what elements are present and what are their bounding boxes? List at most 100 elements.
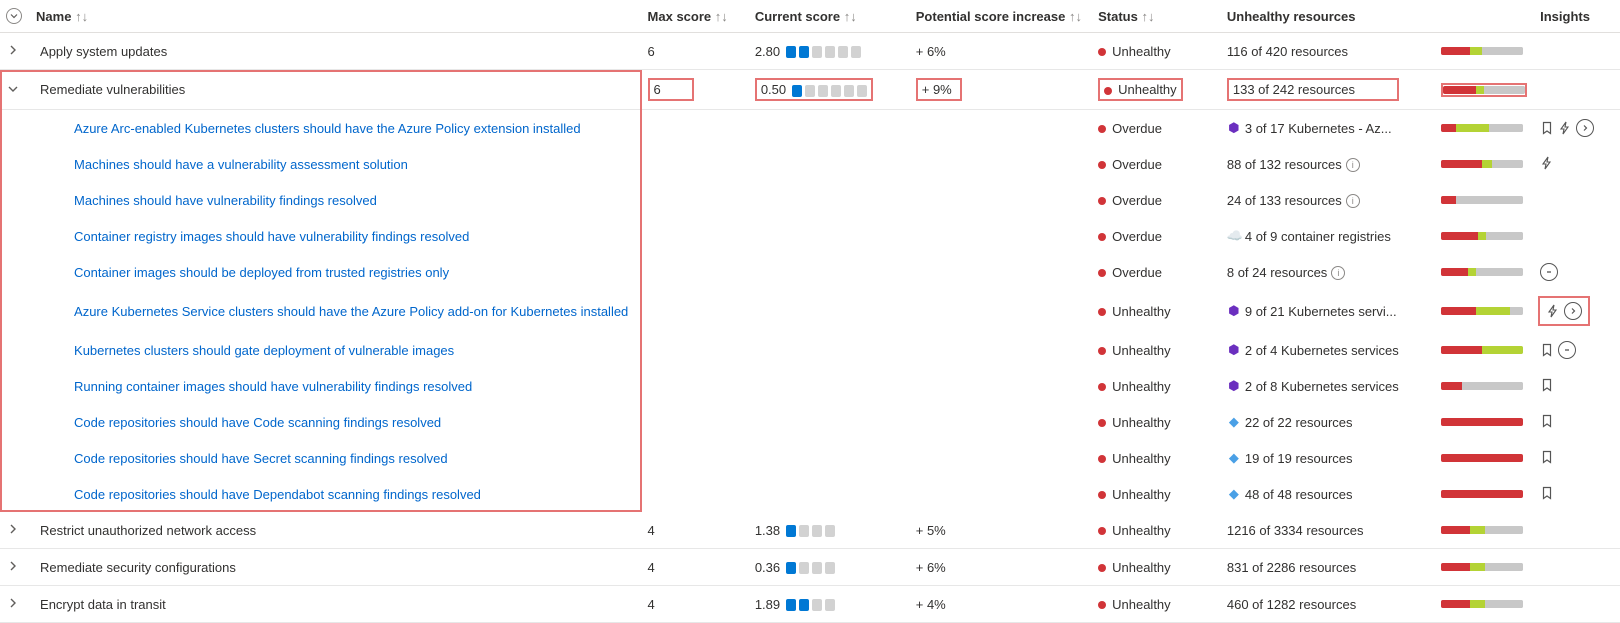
unhealthy-cell: ⬢9 of 21 Kubernetes servi... xyxy=(1221,290,1436,332)
chevron-circle-icon[interactable] xyxy=(1564,302,1582,320)
recommendation-row[interactable]: Code repositories should have Code scann… xyxy=(0,404,1620,440)
col-insights[interactable]: Insights xyxy=(1534,0,1620,33)
lightning-icon[interactable] xyxy=(1540,156,1554,170)
expand-icon[interactable] xyxy=(6,82,20,96)
recommendation-row[interactable]: Machines should have a vulnerability ass… xyxy=(0,146,1620,182)
col-status[interactable]: Status ↑↓ xyxy=(1092,0,1221,33)
recommendation-link[interactable]: Kubernetes clusters should gate deployme… xyxy=(36,343,454,358)
recommendation-row[interactable]: Code repositories should have Secret sca… xyxy=(0,440,1620,476)
bookmark-icon[interactable] xyxy=(1540,343,1554,357)
sort-icon: ↑↓ xyxy=(844,9,857,24)
expand-icon[interactable] xyxy=(6,522,20,536)
recommendation-link[interactable]: Code repositories should have Dependabot… xyxy=(36,487,481,502)
health-bar xyxy=(1435,110,1534,147)
insights-cell xyxy=(1534,512,1620,549)
bookmark-icon[interactable] xyxy=(1540,486,1554,500)
bookmark-icon[interactable] xyxy=(1540,378,1554,392)
column-header-row: Name ↑↓ Max score ↑↓ Current score ↑↓ Po… xyxy=(0,0,1620,33)
insights-cell[interactable] xyxy=(1534,404,1620,440)
lightning-icon[interactable] xyxy=(1546,304,1560,318)
expand-icon[interactable] xyxy=(6,43,20,57)
col-name[interactable]: Name ↑↓ xyxy=(30,0,642,33)
recommendation-link[interactable]: Code repositories should have Code scann… xyxy=(36,415,441,430)
chevron-down-icon xyxy=(6,8,22,24)
group-row[interactable]: Apply system updates62.80+ 6%Unhealthy11… xyxy=(0,33,1620,70)
status-cell: Unhealthy xyxy=(1092,368,1221,404)
group-name: Encrypt data in transit xyxy=(36,597,166,612)
info-icon[interactable]: i xyxy=(1331,266,1345,280)
recommendations-table[interactable]: Name ↑↓ Max score ↑↓ Current score ↑↓ Po… xyxy=(0,0,1620,623)
chevron-circle-icon[interactable] xyxy=(1576,119,1594,137)
insights-cell[interactable] xyxy=(1534,218,1620,254)
bookmark-icon[interactable] xyxy=(1540,414,1554,428)
col-max-score[interactable]: Max score ↑↓ xyxy=(642,0,749,33)
unhealthy-cell: ◆48 of 48 resources xyxy=(1221,476,1436,512)
recommendation-link[interactable]: Machines should have vulnerability findi… xyxy=(36,193,377,208)
group-name: Remediate security configurations xyxy=(36,560,236,575)
status-cell: Unhealthy xyxy=(1092,332,1221,368)
lightning-icon[interactable] xyxy=(1558,121,1572,135)
insights-cell xyxy=(1534,33,1620,70)
max-score-cell: 6 xyxy=(642,70,749,110)
insights-cell[interactable] xyxy=(1534,290,1620,332)
status-cell: Unhealthy xyxy=(1092,290,1221,332)
status-cell: Unhealthy xyxy=(1092,512,1221,549)
col-current-score[interactable]: Current score ↑↓ xyxy=(749,0,910,33)
insights-cell[interactable] xyxy=(1534,254,1620,290)
max-score-cell: 6 xyxy=(642,33,749,70)
minus-circle-icon[interactable] xyxy=(1540,263,1558,281)
recommendation-row[interactable]: Container images should be deployed from… xyxy=(0,254,1620,290)
status-cell: Unhealthy xyxy=(1092,476,1221,512)
group-name: Restrict unauthorized network access xyxy=(36,523,256,538)
sort-icon: ↑↓ xyxy=(1141,9,1154,24)
unhealthy-cell: 460 of 1282 resources xyxy=(1221,586,1436,623)
bookmark-icon[interactable] xyxy=(1540,450,1554,464)
recommendation-row[interactable]: Container registry images should have vu… xyxy=(0,218,1620,254)
recommendation-row[interactable]: Azure Arc-enabled Kubernetes clusters sh… xyxy=(0,110,1620,147)
insights-cell xyxy=(1534,70,1620,110)
health-bar xyxy=(1435,146,1534,182)
expand-icon[interactable] xyxy=(6,596,20,610)
insights-cell[interactable] xyxy=(1534,368,1620,404)
recommendation-link[interactable]: Container registry images should have vu… xyxy=(36,229,469,244)
info-icon[interactable]: i xyxy=(1346,158,1360,172)
recommendation-row[interactable]: Running container images should have vul… xyxy=(0,368,1620,404)
group-name: Remediate vulnerabilities xyxy=(36,82,185,97)
recommendation-row[interactable]: Code repositories should have Dependabot… xyxy=(0,476,1620,512)
info-icon[interactable]: i xyxy=(1346,194,1360,208)
bookmark-icon[interactable] xyxy=(1540,121,1554,135)
current-score-cell: 1.38 xyxy=(749,512,910,549)
health-bar xyxy=(1435,33,1534,70)
group-row[interactable]: Restrict unauthorized network access41.3… xyxy=(0,512,1620,549)
expand-all-header[interactable] xyxy=(0,0,30,33)
col-potential-increase[interactable]: Potential score increase ↑↓ xyxy=(910,0,1092,33)
insights-cell[interactable] xyxy=(1534,146,1620,182)
minus-circle-icon[interactable] xyxy=(1558,341,1576,359)
recommendation-link[interactable]: Container images should be deployed from… xyxy=(36,265,449,280)
recommendation-row[interactable]: Azure Kubernetes Service clusters should… xyxy=(0,290,1620,332)
recommendation-link[interactable]: Code repositories should have Secret sca… xyxy=(36,451,448,466)
insights-cell[interactable] xyxy=(1534,476,1620,512)
recommendation-link[interactable]: Machines should have a vulnerability ass… xyxy=(36,157,408,172)
insights-cell[interactable] xyxy=(1534,110,1620,147)
status-cell: Overdue xyxy=(1092,254,1221,290)
insights-cell[interactable] xyxy=(1534,440,1620,476)
health-bar xyxy=(1435,476,1534,512)
recommendation-row[interactable]: Machines should have vulnerability findi… xyxy=(0,182,1620,218)
insights-cell xyxy=(1534,586,1620,623)
recommendation-row[interactable]: Kubernetes clusters should gate deployme… xyxy=(0,332,1620,368)
insights-cell[interactable] xyxy=(1534,332,1620,368)
status-cell: Unhealthy xyxy=(1092,404,1221,440)
recommendation-link[interactable]: Running container images should have vul… xyxy=(36,379,472,394)
group-row[interactable]: Remediate security configurations40.36+ … xyxy=(0,549,1620,586)
recommendation-link[interactable]: Azure Arc-enabled Kubernetes clusters sh… xyxy=(36,121,581,136)
group-row[interactable]: Remediate vulnerabilities60.50+ 9%Unheal… xyxy=(0,70,1620,110)
recommendation-link[interactable]: Azure Kubernetes Service clusters should… xyxy=(36,304,628,319)
col-unhealthy[interactable]: Unhealthy resources xyxy=(1221,0,1534,33)
unhealthy-cell: ☁️4 of 9 container registries xyxy=(1221,218,1436,254)
expand-icon[interactable] xyxy=(6,559,20,573)
status-cell: Overdue xyxy=(1092,218,1221,254)
group-row[interactable]: Encrypt data in transit41.89+ 4%Unhealth… xyxy=(0,586,1620,623)
unhealthy-cell: ◆19 of 19 resources xyxy=(1221,440,1436,476)
insights-cell[interactable] xyxy=(1534,182,1620,218)
